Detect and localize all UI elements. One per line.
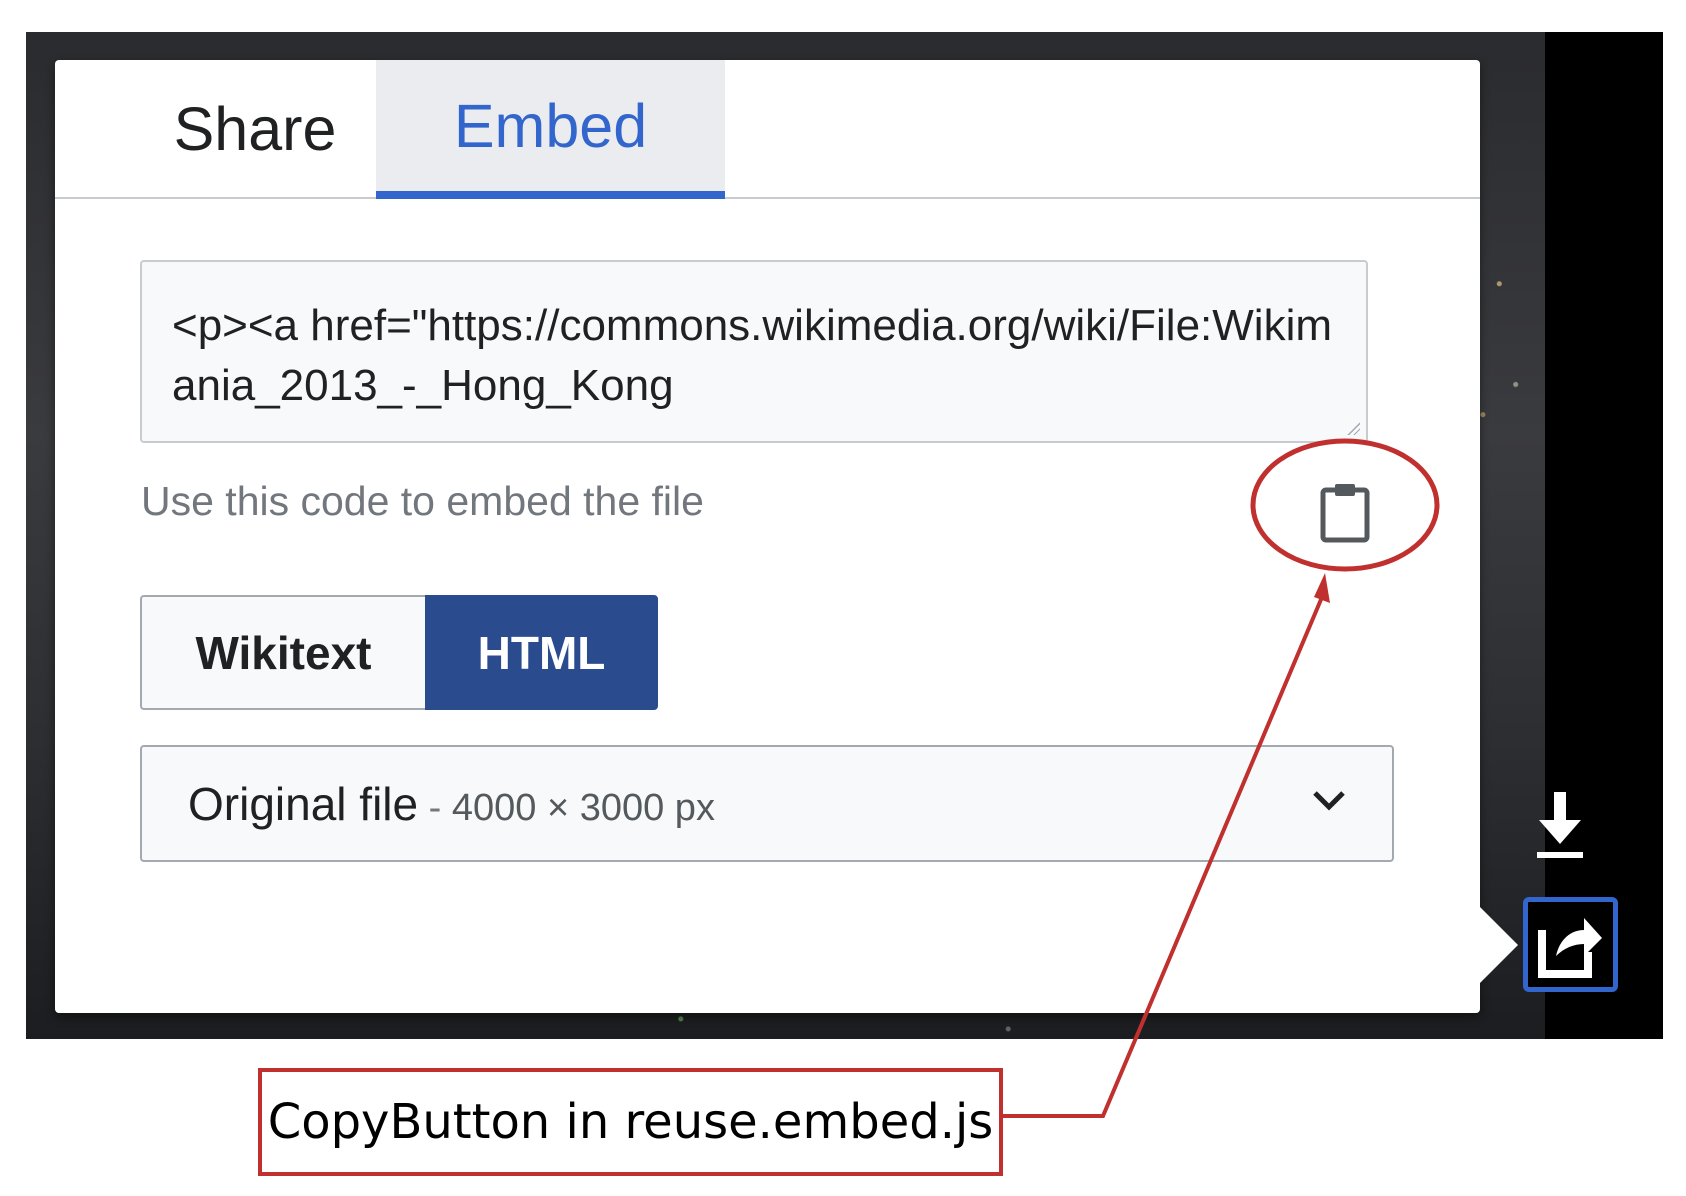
tab-embed[interactable]: Embed bbox=[376, 60, 725, 199]
annotation-label-box: CopyButton in reuse.embed.js bbox=[258, 1068, 1003, 1176]
wikitext-toggle-button[interactable]: Wikitext bbox=[140, 595, 425, 710]
embed-help-text: Use this code to embed the file bbox=[141, 478, 704, 524]
size-separator: - bbox=[418, 787, 452, 829]
viewer-side-panel bbox=[1545, 32, 1663, 1039]
share-button[interactable] bbox=[1523, 897, 1618, 992]
copy-button[interactable] bbox=[1317, 480, 1373, 544]
embed-code-textarea[interactable]: <p><a href="https://commons.wikimedia.or… bbox=[140, 260, 1368, 443]
share-icon bbox=[1538, 918, 1602, 978]
download-icon bbox=[1537, 792, 1583, 858]
resize-handle[interactable] bbox=[1346, 421, 1360, 435]
size-dimensions: 4000 × 3000 px bbox=[451, 787, 715, 829]
html-toggle-button[interactable]: HTML bbox=[425, 595, 658, 710]
reuse-dialog: Share Embed <p><a href="https://commons.… bbox=[55, 60, 1480, 1013]
dialog-tab-bar: Share Embed bbox=[55, 60, 1480, 199]
clipboard-icon bbox=[1320, 484, 1370, 543]
chevron-down-icon bbox=[1313, 791, 1345, 811]
format-toggle: Wikitext HTML bbox=[140, 595, 658, 710]
tab-share[interactable]: Share bbox=[115, 60, 395, 197]
size-select-value: Original file - 4000 × 3000 px bbox=[188, 777, 715, 831]
image-size-dropdown[interactable]: Original file - 4000 × 3000 px bbox=[140, 745, 1394, 862]
embed-code-text: <p><a href="https://commons.wikimedia.or… bbox=[172, 301, 1333, 410]
dialog-pointer bbox=[1478, 905, 1518, 985]
annotation-label: CopyButton in reuse.embed.js bbox=[267, 1094, 994, 1150]
download-button[interactable] bbox=[1535, 790, 1585, 860]
size-option-label: Original file bbox=[188, 778, 419, 830]
